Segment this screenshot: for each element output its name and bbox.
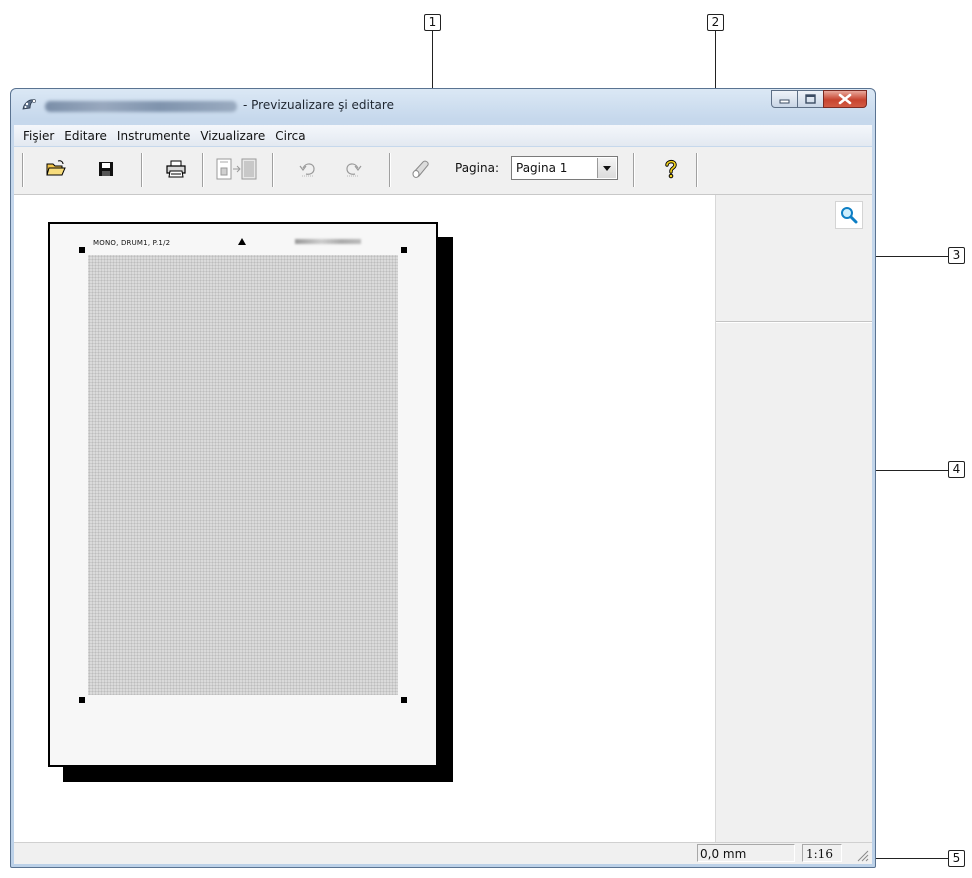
resize-grip-icon[interactable]: [856, 849, 869, 862]
title-bar[interactable]: - Previzualizare şi editare: [11, 89, 875, 125]
tool-side-panel: [716, 195, 872, 845]
redo-button[interactable]: [339, 155, 367, 183]
page-label: Pagina:: [455, 161, 500, 175]
menu-file[interactable]: Fişier: [18, 129, 59, 143]
orientation-marker-icon: [238, 238, 246, 245]
minimize-button[interactable]: [771, 90, 798, 108]
toolbar-separator: [22, 153, 24, 187]
callout-2: 2: [707, 14, 724, 31]
callout-1: 1: [424, 14, 441, 31]
app-icon: [22, 99, 36, 110]
corner-handle[interactable]: [401, 697, 407, 703]
page-select[interactable]: Pagina 1: [511, 156, 618, 180]
print-button[interactable]: [162, 155, 190, 183]
callout-3: 3: [948, 247, 965, 264]
menu-view[interactable]: Vizualizare: [195, 129, 270, 143]
help-icon: [665, 159, 677, 179]
cursor-position: 0,0 mm: [697, 844, 795, 862]
preview-canvas[interactable]: MONO, DRUM1, P.1/2: [14, 195, 716, 845]
toolbar-separator: [272, 153, 274, 187]
page-layout-button[interactable]: [210, 155, 266, 183]
status-bar: 0,0 mm 1:16: [14, 842, 872, 864]
page-header-text: MONO, DRUM1, P.1/2: [93, 239, 171, 247]
close-button[interactable]: [823, 90, 867, 108]
undo-icon: [299, 163, 315, 177]
corner-handle[interactable]: [79, 247, 85, 253]
printable-area: [88, 255, 398, 695]
callout-4: 4: [948, 461, 965, 478]
corner-handle[interactable]: [79, 697, 85, 703]
blurred-header-text: [295, 239, 361, 244]
print-icon: [166, 160, 186, 178]
eraser-button[interactable]: [407, 155, 435, 183]
chevron-down-icon[interactable]: [597, 158, 616, 178]
blurred-app-name: [45, 101, 237, 112]
close-icon: [838, 93, 852, 105]
zoom-scale: 1:16: [802, 844, 842, 862]
toolbar: Pagina: Pagina 1: [14, 147, 872, 195]
open-button[interactable]: [42, 155, 70, 183]
maximize-button[interactable]: [797, 90, 824, 108]
eraser-icon: [412, 160, 429, 178]
menu-bar: Fişier Editare Instrumente Vizualizare C…: [14, 125, 872, 146]
zoom-icon: [841, 207, 858, 224]
maximize-icon: [805, 94, 816, 104]
corner-handle[interactable]: [401, 247, 407, 253]
open-folder-icon: [46, 160, 66, 176]
toolbar-separator: [141, 153, 143, 187]
preview-page[interactable]: MONO, DRUM1, P.1/2: [48, 222, 438, 767]
help-button[interactable]: [657, 155, 685, 183]
window-title: - Previzualizare şi editare: [243, 98, 394, 112]
menu-edit[interactable]: Editare: [59, 129, 112, 143]
panel-divider: [716, 321, 872, 323]
window-controls: [771, 90, 867, 108]
minimize-icon: [779, 99, 790, 104]
save-icon: [99, 162, 113, 176]
toolbar-separator: [202, 153, 204, 187]
callout-5: 5: [948, 850, 965, 867]
save-button[interactable]: [92, 155, 120, 183]
menu-tools[interactable]: Instrumente: [112, 129, 195, 143]
preview-edit-window: - Previzualizare şi editare Fişier Edita…: [10, 88, 876, 868]
toolbar-separator: [696, 153, 698, 187]
page-select-value: Pagina 1: [516, 161, 568, 175]
menu-about[interactable]: Circa: [270, 129, 310, 143]
toolbar-separator: [633, 153, 635, 187]
page-layout-icon: [216, 158, 257, 180]
toolbar-separator: [389, 153, 391, 187]
redo-icon: [346, 163, 362, 177]
undo-button[interactable]: [294, 155, 322, 183]
zoom-button[interactable]: [835, 201, 863, 229]
